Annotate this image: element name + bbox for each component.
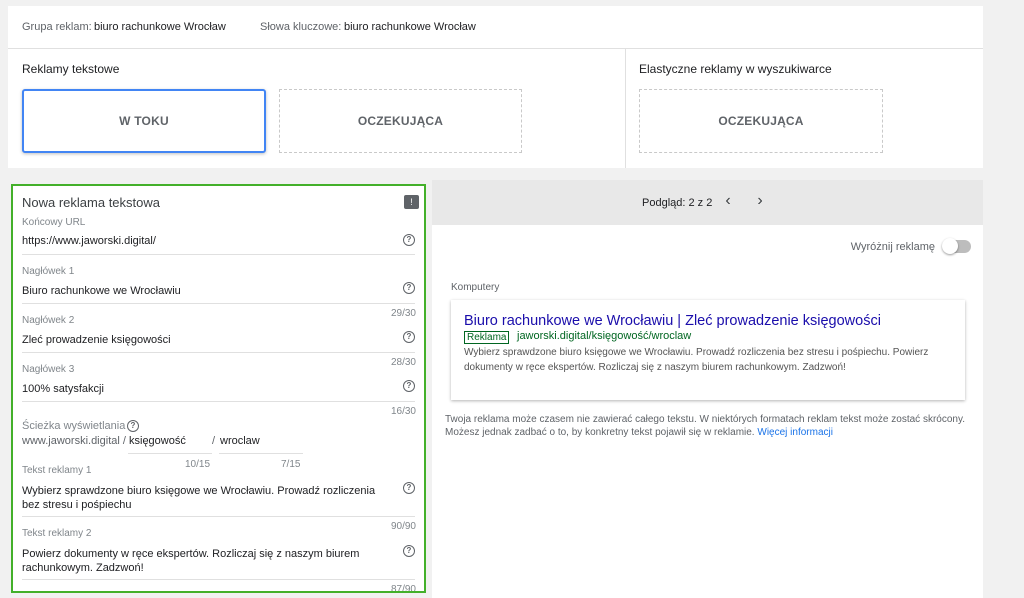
path1-underline: [128, 453, 212, 454]
display-path-label: Ścieżka wyświetlania: [22, 420, 126, 432]
final-url-help-icon[interactable]: ?: [403, 234, 415, 246]
description2-count: 87/90: [390, 584, 416, 593]
keywords-value: biuro rachunkowe Wrocław: [344, 21, 476, 33]
final-url-label: Końcowy URL: [22, 217, 86, 228]
new-text-ad-form: Nowa reklama tekstowa ! Końcowy URL http…: [11, 184, 426, 593]
path2-underline: [219, 453, 303, 454]
responsive-ads-title: Elastyczne reklamy w wyszukiwarce: [639, 62, 832, 76]
ad-preview-panel: Podgląd: 2 z 2 ‹ › Wyróżnij reklamę Komp…: [432, 180, 983, 598]
ad-headline: Biuro rachunkowe we Wrocławiu | Zleć pro…: [464, 313, 881, 329]
tile-text-ad-pending[interactable]: OCZEKUJĄCA: [279, 89, 522, 153]
highlight-ad-label: Wyróżnij reklamę: [850, 241, 935, 253]
description2-label: Tekst reklamy 2: [22, 528, 92, 539]
headline2-input[interactable]: Zleć prowadzenie księgowości: [22, 333, 171, 347]
headline1-count: 29/30: [390, 308, 416, 319]
tile-text-ad-in-progress[interactable]: W TOKU: [22, 89, 266, 153]
display-path-help-icon[interactable]: ?: [127, 420, 139, 432]
description2-help-icon[interactable]: ?: [403, 545, 415, 557]
section-divider: [625, 49, 626, 168]
keywords-key: Słowa kluczowe:: [260, 21, 342, 33]
divider: [22, 254, 415, 255]
divider: [22, 352, 415, 353]
chevron-left-icon[interactable]: ‹: [719, 192, 737, 210]
preview-header: Podgląd: 2 z 2 ‹ ›: [432, 180, 983, 225]
description1-label: Tekst reklamy 1: [22, 465, 92, 476]
headline2-help-icon[interactable]: ?: [403, 331, 415, 343]
divider: [22, 303, 415, 304]
divider: [22, 516, 415, 517]
preview-counter: Podgląd: 2 z 2: [642, 197, 713, 209]
headline2-label: Nagłówek 2: [22, 315, 75, 326]
path1-input[interactable]: księgowość: [129, 434, 186, 448]
tile-responsive-ad-pending[interactable]: OCZEKUJĄCA: [639, 89, 883, 153]
path-separator: /: [212, 435, 216, 447]
feedback-icon[interactable]: !: [404, 195, 419, 209]
description1-input[interactable]: Wybierz sprawdzone biuro księgowe we Wro…: [22, 484, 382, 512]
headline3-input[interactable]: 100% satysfakcji: [22, 382, 104, 396]
ad-display-url: jaworski.digital/księgowość/wroclaw: [517, 330, 692, 342]
form-title: Nowa reklama tekstowa: [22, 195, 160, 210]
chevron-right-icon[interactable]: ›: [751, 192, 769, 210]
preview-note: Twoja reklama może czasem nie zawierać c…: [445, 413, 965, 439]
description1-help-icon[interactable]: ?: [403, 482, 415, 494]
headline3-count: 16/30: [390, 406, 416, 417]
path1-count: 10/15: [185, 459, 211, 470]
ad-group-info-bar: Grupa reklam: biuro rachunkowe Wrocław S…: [8, 6, 983, 49]
text-ads-title: Reklamy tekstowe: [22, 62, 120, 76]
divider: [22, 579, 415, 580]
headline1-help-icon[interactable]: ?: [403, 282, 415, 294]
path2-count: 7/15: [281, 459, 301, 470]
device-label: Komputery: [451, 282, 500, 293]
highlight-ad-toggle[interactable]: [942, 238, 971, 254]
ad-types-panel: Reklamy tekstowe W TOKU OCZEKUJĄCA Elast…: [8, 49, 983, 168]
ad-description: Wybierz sprawdzone biuro księgowe we Wro…: [464, 347, 929, 373]
more-info-link[interactable]: Więcej informacji: [757, 427, 833, 438]
description1-count: 90/90: [390, 521, 416, 532]
path2-input[interactable]: wroclaw: [220, 434, 260, 448]
final-url-input[interactable]: https://www.jaworski.digital/: [22, 234, 156, 248]
divider: [22, 401, 415, 402]
preview-note-text: Twoja reklama może czasem nie zawierać c…: [445, 414, 966, 438]
headline3-help-icon[interactable]: ?: [403, 380, 415, 392]
headline3-label: Nagłówek 3: [22, 364, 75, 375]
ad-badge: Reklama: [464, 331, 510, 344]
headline2-count: 28/30: [390, 357, 416, 368]
ad-preview-card: Biuro rachunkowe we Wrocławiu | Zleć pro…: [451, 300, 965, 400]
headline1-input[interactable]: Biuro rachunkowe we Wrocławiu: [22, 284, 181, 298]
ad-group-key: Grupa reklam:: [22, 21, 92, 33]
description2-input[interactable]: Powierz dokumenty w ręce ekspertów. Rozl…: [22, 547, 382, 575]
headline1-label: Nagłówek 1: [22, 266, 75, 277]
ad-group-value: biuro rachunkowe Wrocław: [94, 21, 226, 33]
display-path-domain: www.jaworski.digital /: [22, 435, 126, 447]
